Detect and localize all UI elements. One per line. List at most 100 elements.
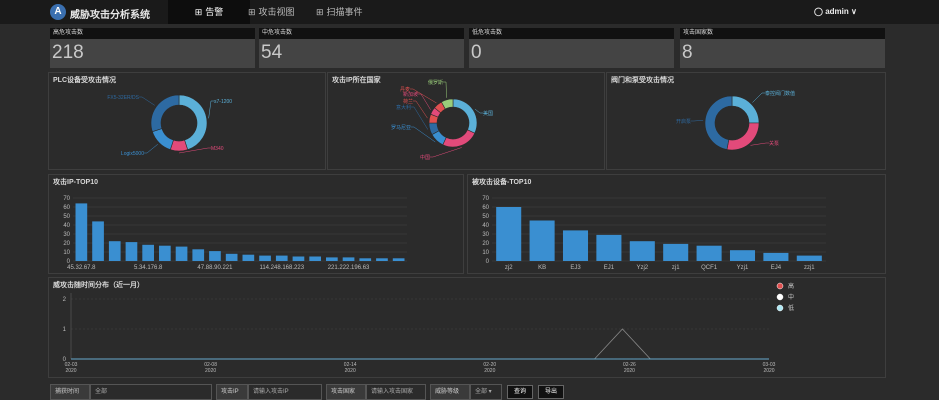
donut-slice[interactable] <box>704 95 733 150</box>
x-tick-label: QCF1 <box>701 265 718 271</box>
bar[interactable] <box>209 251 221 261</box>
y-tick-label: 2 <box>63 297 67 303</box>
attack-country-label: 攻击国家 <box>326 384 366 400</box>
bar[interactable] <box>562 230 589 261</box>
panel-title: PLC设备受攻击情况 <box>53 77 116 84</box>
tab-label: 告警 <box>205 7 224 17</box>
legend-label[interactable]: 高 <box>788 282 794 290</box>
y-tick-label: 50 <box>482 214 489 220</box>
bar[interactable] <box>392 258 405 261</box>
tab-attack-view[interactable]: ⊞ 攻击视图 <box>244 0 299 24</box>
legend-marker[interactable] <box>776 282 784 290</box>
tab-alerts[interactable]: ⊞ 告警 <box>168 0 250 24</box>
bar[interactable] <box>342 257 355 261</box>
kpi-value: 54 <box>261 42 283 63</box>
label-leader-line <box>139 96 155 106</box>
x-tick-label: zzj1 <box>804 265 815 271</box>
bar[interactable] <box>529 220 555 262</box>
capture-time-select[interactable]: 全部 <box>90 384 212 400</box>
x-tick-label: EJ4 <box>771 265 782 271</box>
panel-title: 威攻击随时间分布（近一月） <box>53 282 144 289</box>
x-tick-label: 02-14 2020 <box>344 362 357 374</box>
bar[interactable] <box>376 258 388 261</box>
attack-ip-input[interactable]: 请输入攻击IP <box>248 384 322 400</box>
username: admin <box>825 7 849 16</box>
legend-marker[interactable] <box>776 304 784 312</box>
top-device-panel: 被攻击设备-TOP10 0 10 20 30 40 50 60 70 zj2 KB EJ3 EJ1 Yz… <box>467 174 886 274</box>
app-logo-icon: A <box>50 4 66 20</box>
query-button[interactable]: 查询 <box>507 385 533 399</box>
bar[interactable] <box>259 255 271 261</box>
legend-label[interactable]: 低 <box>788 304 794 312</box>
label-leader-line <box>418 93 431 110</box>
bar[interactable] <box>192 249 205 261</box>
bar[interactable] <box>175 246 188 261</box>
bar[interactable] <box>663 243 689 261</box>
bar[interactable] <box>309 256 321 262</box>
bar[interactable] <box>696 245 722 261</box>
panel-title: 被攻击设备-TOP10 <box>472 179 532 186</box>
x-tick-label: 02-26 2020 <box>623 362 636 374</box>
bar[interactable] <box>596 234 622 261</box>
bar[interactable] <box>242 254 255 261</box>
x-tick-label: zj2 <box>505 265 513 271</box>
bar[interactable] <box>75 203 88 261</box>
bar[interactable] <box>108 241 121 261</box>
capture-time-label: 捕获时间 <box>50 384 90 400</box>
label-leader-line <box>752 92 765 103</box>
donut-slice[interactable] <box>442 129 476 148</box>
x-tick-label: EJ1 <box>604 265 615 271</box>
y-tick-label: 40 <box>482 223 489 229</box>
legend-marker[interactable] <box>776 293 784 301</box>
slice-label: 罗马尼亚 <box>391 124 411 131</box>
top-navigation-bar: A 威胁攻击分析系统 ⊞ 告警 ⊞ 攻击视图 ⊞ 扫描事件 ◯ admin ∨ <box>0 0 939 24</box>
bar[interactable] <box>159 245 171 261</box>
bar[interactable] <box>796 255 822 261</box>
kpi-value: 8 <box>682 42 693 63</box>
bar[interactable] <box>326 257 338 261</box>
donut-slice[interactable] <box>150 94 180 133</box>
label-leader-line <box>474 108 483 114</box>
bar[interactable] <box>125 242 138 261</box>
user-menu[interactable]: ◯ admin ∨ <box>814 7 857 16</box>
bar[interactable] <box>496 207 522 261</box>
export-button[interactable]: 导出 <box>538 385 564 399</box>
bar[interactable] <box>275 255 288 261</box>
bar[interactable] <box>359 258 372 261</box>
tab-label: 攻击视图 <box>258 7 295 17</box>
valve-pump-attack-panel: 阀门和泵受攻击情况 泰控阀门数值 关泵 开启泵 <box>606 72 886 170</box>
attack-country-input[interactable]: 请输入攻击国家 <box>366 384 426 400</box>
legend-label[interactable]: 中 <box>788 293 794 301</box>
bar[interactable] <box>225 253 238 261</box>
x-tick-label: 02-20 2020 <box>483 362 496 374</box>
label-leader-line <box>413 100 428 119</box>
slice-label: 荷兰 <box>403 98 413 105</box>
donut-slice[interactable] <box>151 128 174 151</box>
y-tick-label: 60 <box>482 205 489 211</box>
bar[interactable] <box>763 252 789 261</box>
bar[interactable] <box>629 241 655 261</box>
label-leader-line <box>443 81 447 98</box>
plc-donut-chart: s7-1200 M340 Logix5000 FX5-32ER/DS <box>107 94 232 157</box>
country-donut-chart: 美国中国罗马尼亚意大利荷兰新加坡丹麦俄罗斯 <box>391 79 493 161</box>
donut-slice[interactable] <box>452 98 478 134</box>
grid-icon: ⊞ <box>316 7 324 17</box>
bar[interactable] <box>142 244 154 261</box>
y-tick-label: 50 <box>63 214 70 220</box>
label-leader-line <box>430 147 462 158</box>
tab-scan-events[interactable]: ⊞ 扫描事件 <box>312 0 367 24</box>
bar[interactable] <box>729 250 756 261</box>
x-tick-label: KB <box>538 265 546 271</box>
y-tick-label: 70 <box>63 196 70 202</box>
y-tick-label: 1 <box>63 327 67 333</box>
caret-down-icon: ▾ <box>487 389 492 395</box>
threat-level-select[interactable]: 全部 ▾ <box>470 384 502 400</box>
bar[interactable] <box>292 256 305 262</box>
top-ip-panel: 攻击IP-TOP10 0 10 20 30 40 50 60 70 45.32.67.8 5.34… <box>48 174 464 274</box>
top-device-bar-chart: 0 10 20 30 40 50 60 70 zj2 KB EJ3 EJ1 Yzj2 zj1 QCF1 Yzj… <box>482 196 826 271</box>
threat-level-value: 全部 <box>475 389 488 395</box>
donut-slice[interactable] <box>726 122 760 151</box>
valve-donut-chart: 泰控阀门数值关泵 开启泵 <box>676 90 795 151</box>
series-line[interactable] <box>71 328 769 360</box>
bar[interactable] <box>92 221 104 261</box>
